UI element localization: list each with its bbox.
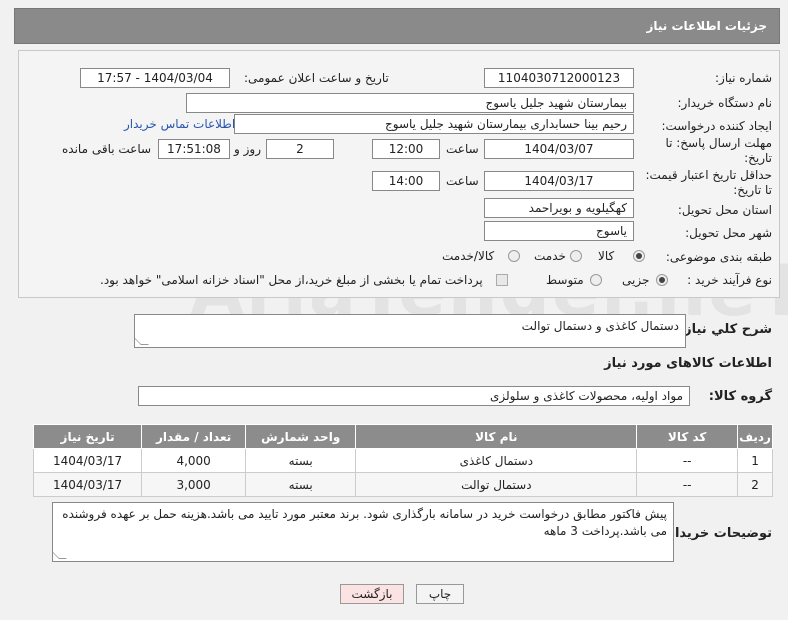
- buyer-org-label: نام دستگاه خریدار:: [677, 96, 773, 110]
- col-date: تاریخ نیاز: [32, 424, 143, 449]
- deadline-label-date: تاریخ:: [744, 151, 772, 165]
- description-label: شرح کلي نياز:: [678, 322, 772, 337]
- buyer-notes-textarea[interactable]: پیش فاکتور مطابق درخواست خرید در سامانه …: [52, 502, 674, 562]
- category-radio-service[interactable]: [570, 250, 582, 262]
- days-label: روز و: [234, 142, 261, 156]
- announce-date-field[interactable]: 1404/03/04 - 17:57: [80, 68, 230, 88]
- row-name: دستمال کاغذی: [355, 448, 638, 473]
- row-unit: بسته: [245, 472, 357, 497]
- back-button[interactable]: بازگشت: [340, 584, 404, 604]
- row-code: --: [636, 448, 739, 473]
- row-code: --: [636, 472, 739, 497]
- requester-field[interactable]: رحیم بینا حسابداری بیمارستان شهید جلیل ی…: [234, 114, 634, 134]
- remaining-time-field[interactable]: 17:51:08: [158, 139, 230, 159]
- category-option-service: خدمت: [534, 249, 566, 263]
- process-radio-medium[interactable]: [590, 274, 602, 286]
- goods-group-field[interactable]: مواد اولیه، محصولات کاغذی و سلولزی: [138, 386, 690, 406]
- table-row[interactable]: 2 -- دستمال توالت بسته 3,000 1404/03/17: [32, 472, 773, 497]
- goods-group-label: گروه کالا:: [708, 389, 772, 404]
- goods-table-header: ردیف کد کالا نام کالا واحد شمارش تعداد /…: [32, 424, 773, 449]
- buyer-org-field[interactable]: بیمارستان شهید جلیل یاسوج: [186, 93, 634, 113]
- buyer-notes-label: توضیحات خریدار:: [662, 526, 772, 541]
- resize-grip-icon[interactable]: [53, 551, 67, 559]
- goods-section-title: اطلاعات کالاهای مورد نیاز: [604, 356, 772, 371]
- need-number-field[interactable]: 1104030712000123: [484, 68, 634, 88]
- validity-label: حداقل تاریخ اعتبار قیمت:: [645, 168, 772, 182]
- col-qty: تعداد / مقدار: [141, 424, 247, 449]
- description-text: دستمال کاغذی و دستمال توالت: [521, 319, 679, 333]
- process-option-medium: متوسط: [546, 273, 584, 287]
- col-unit: واحد شمارش: [245, 424, 357, 449]
- category-option-goods: کالا: [598, 249, 615, 263]
- category-radio-both[interactable]: [508, 250, 520, 262]
- resize-grip-icon[interactable]: [135, 337, 149, 345]
- print-button[interactable]: چاپ: [416, 584, 464, 604]
- need-number-label: شماره نیاز:: [715, 71, 772, 85]
- row-unit: بسته: [245, 448, 357, 473]
- remaining-days-field[interactable]: 2: [266, 139, 334, 159]
- validity-time-field[interactable]: 14:00: [372, 171, 440, 191]
- buyer-contact-link[interactable]: اطلاعات تماس خریدار: [124, 117, 235, 131]
- deadline-label: مهلت ارسال پاسخ: تا: [665, 136, 772, 150]
- deadline-date-field[interactable]: 1404/03/07: [484, 139, 634, 159]
- category-option-both: کالا/خدمت: [442, 249, 495, 263]
- city-label: شهر محل تحویل:: [685, 226, 772, 240]
- treasury-checkbox[interactable]: [496, 274, 508, 286]
- row-name: دستمال توالت: [355, 472, 638, 497]
- category-label: طبقه بندی موضوعی:: [665, 250, 772, 264]
- goods-table: ردیف کد کالا نام کالا واحد شمارش تعداد /…: [32, 424, 773, 497]
- deadline-time-field[interactable]: 12:00: [372, 139, 440, 159]
- announce-date-label: تاریخ و ساعت اعلان عمومی:: [244, 71, 389, 85]
- province-field[interactable]: کهگیلویه و بویراحمد: [484, 198, 634, 218]
- buyer-notes-text: پیش فاکتور مطابق درخواست خرید در سامانه …: [62, 507, 667, 538]
- deadline-time-label: ساعت: [446, 142, 479, 156]
- row-qty: 4,000: [141, 448, 247, 473]
- city-field[interactable]: یاسوج: [484, 221, 634, 241]
- col-index: ردیف: [737, 424, 773, 449]
- row-index: 2: [737, 472, 773, 497]
- payment-note: پرداخت تمام یا بخشی از مبلغ خرید،از محل …: [100, 273, 483, 287]
- page-title: جزئیات اطلاعات نیاز: [14, 8, 780, 44]
- row-date: 1404/03/17: [32, 448, 143, 473]
- process-option-minor: جزیی: [622, 273, 650, 287]
- validity-time-label: ساعت: [446, 174, 479, 188]
- process-radio-minor[interactable]: [656, 274, 668, 286]
- col-name: نام کالا: [355, 424, 638, 449]
- row-index: 1: [737, 448, 773, 473]
- description-textarea[interactable]: دستمال کاغذی و دستمال توالت: [134, 314, 686, 348]
- process-label: نوع فرآیند خرید :: [687, 273, 772, 287]
- col-code: کد کالا: [636, 424, 739, 449]
- table-row[interactable]: 1 -- دستمال کاغذی بسته 4,000 1404/03/17: [32, 448, 773, 473]
- province-label: استان محل تحویل:: [677, 203, 772, 217]
- validity-label-date: تا تاریخ:: [733, 183, 772, 197]
- category-radio-goods[interactable]: [633, 250, 645, 262]
- validity-date-field[interactable]: 1404/03/17: [484, 171, 634, 191]
- requester-label: ایجاد کننده درخواست:: [661, 119, 772, 133]
- row-qty: 3,000: [141, 472, 247, 497]
- row-date: 1404/03/17: [32, 472, 143, 497]
- remaining-label: ساعت باقی مانده: [62, 142, 152, 156]
